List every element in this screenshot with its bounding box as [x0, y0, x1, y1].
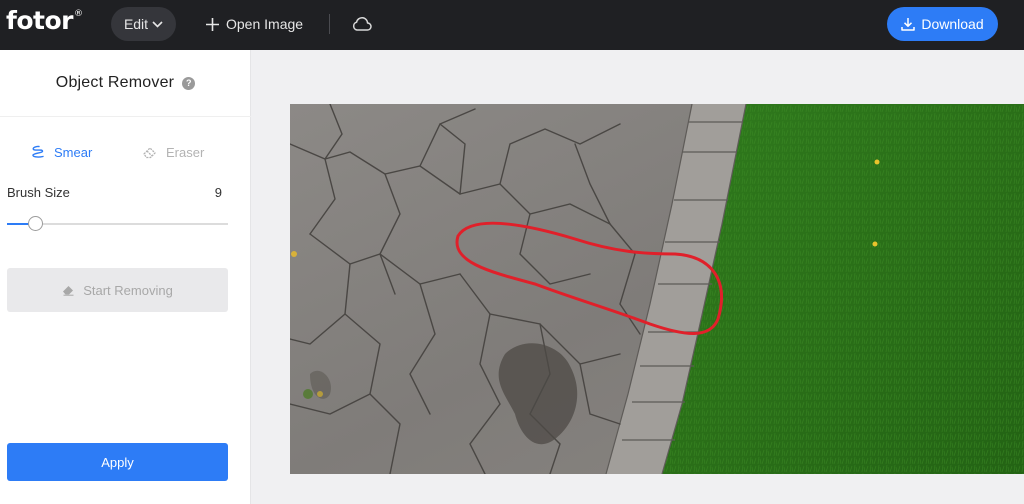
- brush-size-value: 9: [214, 185, 222, 200]
- open-image-button[interactable]: Open Image: [206, 12, 303, 36]
- chevron-down-icon: [152, 20, 163, 28]
- eraser-icon: [143, 147, 156, 159]
- panel-header: Object Remover ?: [0, 50, 251, 117]
- object-remover-panel: Object Remover ? Smear Eraser Brush Size…: [0, 50, 251, 504]
- apply-label: Apply: [101, 454, 134, 470]
- slider-thumb[interactable]: [28, 216, 43, 231]
- photo-canvas[interactable]: [290, 104, 1024, 474]
- download-label: Download: [921, 16, 984, 32]
- smear-brush-icon: [32, 145, 44, 158]
- registered-mark: ®: [74, 8, 83, 19]
- tab-eraser-label: Eraser: [166, 144, 205, 160]
- start-removing-label: Start Removing: [83, 282, 173, 298]
- top-bar: fotor® Edit Open Image Download: [0, 0, 1024, 50]
- canvas-area: [252, 50, 1024, 504]
- tab-smear-label: Smear: [54, 144, 93, 160]
- question-icon[interactable]: ?: [182, 76, 196, 90]
- fotor-logo[interactable]: fotor®: [6, 6, 83, 35]
- edit-menu-button[interactable]: Edit: [111, 7, 176, 41]
- apply-button[interactable]: Apply: [7, 443, 228, 481]
- eraser-icon: [63, 286, 74, 296]
- tab-eraser[interactable]: Eraser: [142, 142, 204, 162]
- plus-icon: [206, 17, 219, 31]
- open-image-label: Open Image: [226, 16, 304, 32]
- panel-title: Object Remover: [55, 74, 175, 91]
- download-button[interactable]: Download: [887, 7, 998, 41]
- toolbar-divider: [329, 14, 330, 34]
- sidewalk-grass-photo: [290, 104, 1024, 474]
- tab-smear[interactable]: Smear: [30, 142, 92, 162]
- brush-size-label: Brush Size: [7, 185, 70, 200]
- edit-label: Edit: [123, 16, 149, 32]
- cloud-icon[interactable]: [350, 12, 374, 36]
- brush-size-slider[interactable]: [7, 214, 228, 234]
- start-removing-button[interactable]: Start Removing: [7, 268, 228, 312]
- download-icon: [901, 18, 916, 31]
